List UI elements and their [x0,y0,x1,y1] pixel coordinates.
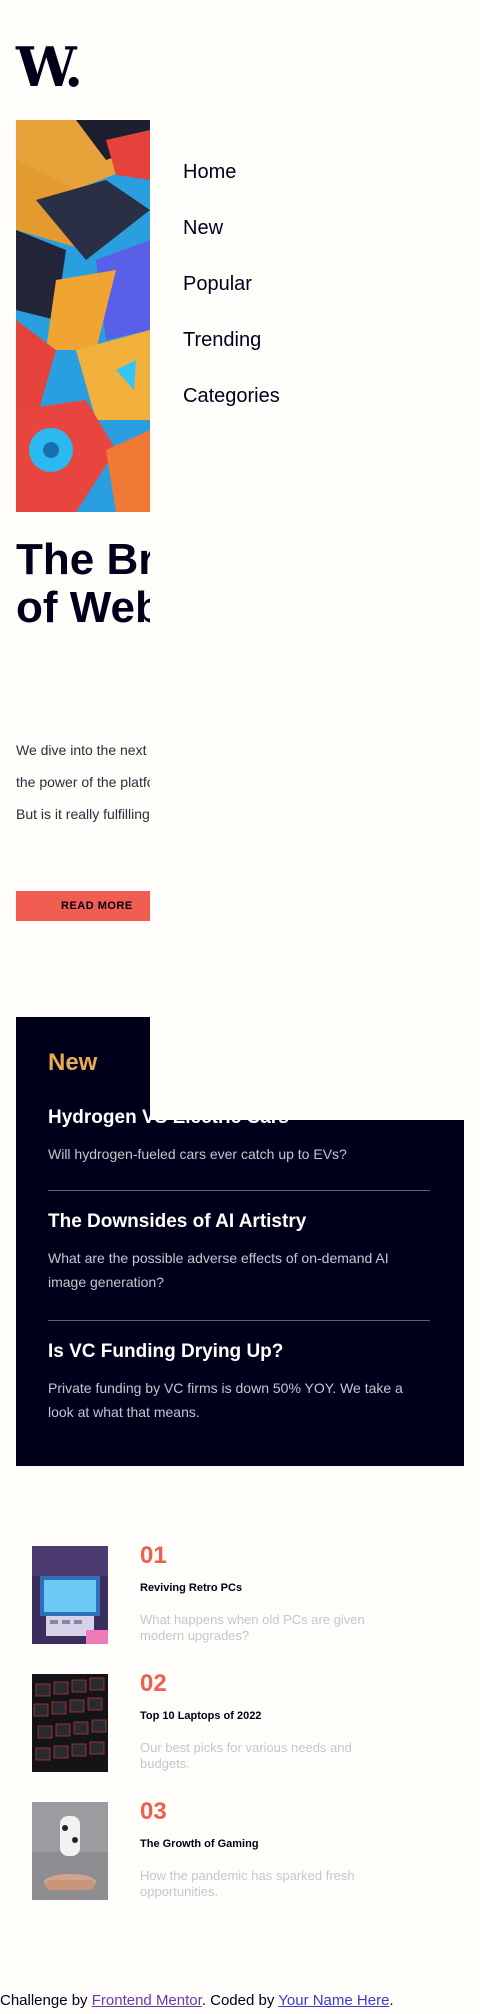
rank-description: How the pandemic has sparked fresh oppor… [140,1868,355,1899]
laptop-keyboard-thumbnail [32,1674,108,1772]
rank-number: 03 [140,1798,167,1825]
author-link[interactable]: Your Name Here [278,1992,389,2009]
attribution: Challenge by Frontend Mentor. Coded by Y… [0,1992,394,2009]
new-item[interactable]: Is VC Funding Drying Up? Private funding… [48,1338,430,1424]
divider [48,1190,430,1191]
new-item-title[interactable]: Is VC Funding Drying Up? [48,1338,430,1366]
gaming-controller-thumbnail [32,1802,108,1900]
rank-title[interactable]: Reviving Retro PCs [140,1582,242,1594]
new-item-description: Private funding by VC firms is down 50% … [48,1380,403,1420]
rank-title[interactable]: Top 10 Laptops of 2022 [140,1710,261,1722]
hero-image [16,120,150,512]
menu-item-popular[interactable]: Popular [183,262,280,318]
attribution-prefix: Challenge by [0,1992,92,2009]
divider [48,1320,430,1321]
attribution-suffix: . [389,1992,394,2009]
mobile-menu: Home New Popular Trending Categories [183,150,280,430]
retro-pc-thumbnail [32,1546,108,1644]
list-item: 01 Reviving Retro PCs What happens when … [32,1542,432,1646]
attribution-middle: . Coded by [201,1992,279,2009]
menu-item-categories[interactable]: Categories [183,374,280,430]
list-item: 03 The Growth of Gaming How the pandemic… [32,1798,432,1902]
logo[interactable]: W. [16,40,83,94]
menu-item-trending[interactable]: Trending [183,318,280,374]
list-item: 02 Top 10 Laptops of 2022 Our best picks… [32,1670,432,1774]
new-item[interactable]: The Downsides of AI Artistry What are th… [48,1208,430,1294]
frontend-mentor-link[interactable]: Frontend Mentor [92,1992,202,2009]
new-item-description: Will hydrogen-fueled cars ever catch up … [48,1146,347,1162]
rank-description: Our best picks for various needs and bud… [140,1740,352,1771]
menu-item-new[interactable]: New [183,206,280,262]
rank-description: What happens when old PCs are given mode… [140,1612,365,1643]
new-heading: New [48,1049,98,1076]
new-item-description: What are the possible adverse effects of… [48,1250,389,1290]
rank-number: 02 [140,1670,167,1697]
menu-item-home[interactable]: Home [183,150,280,206]
rank-title[interactable]: The Growth of Gaming [140,1838,259,1850]
rank-number: 01 [140,1542,167,1569]
new-item-title[interactable]: The Downsides of AI Artistry [48,1208,430,1236]
